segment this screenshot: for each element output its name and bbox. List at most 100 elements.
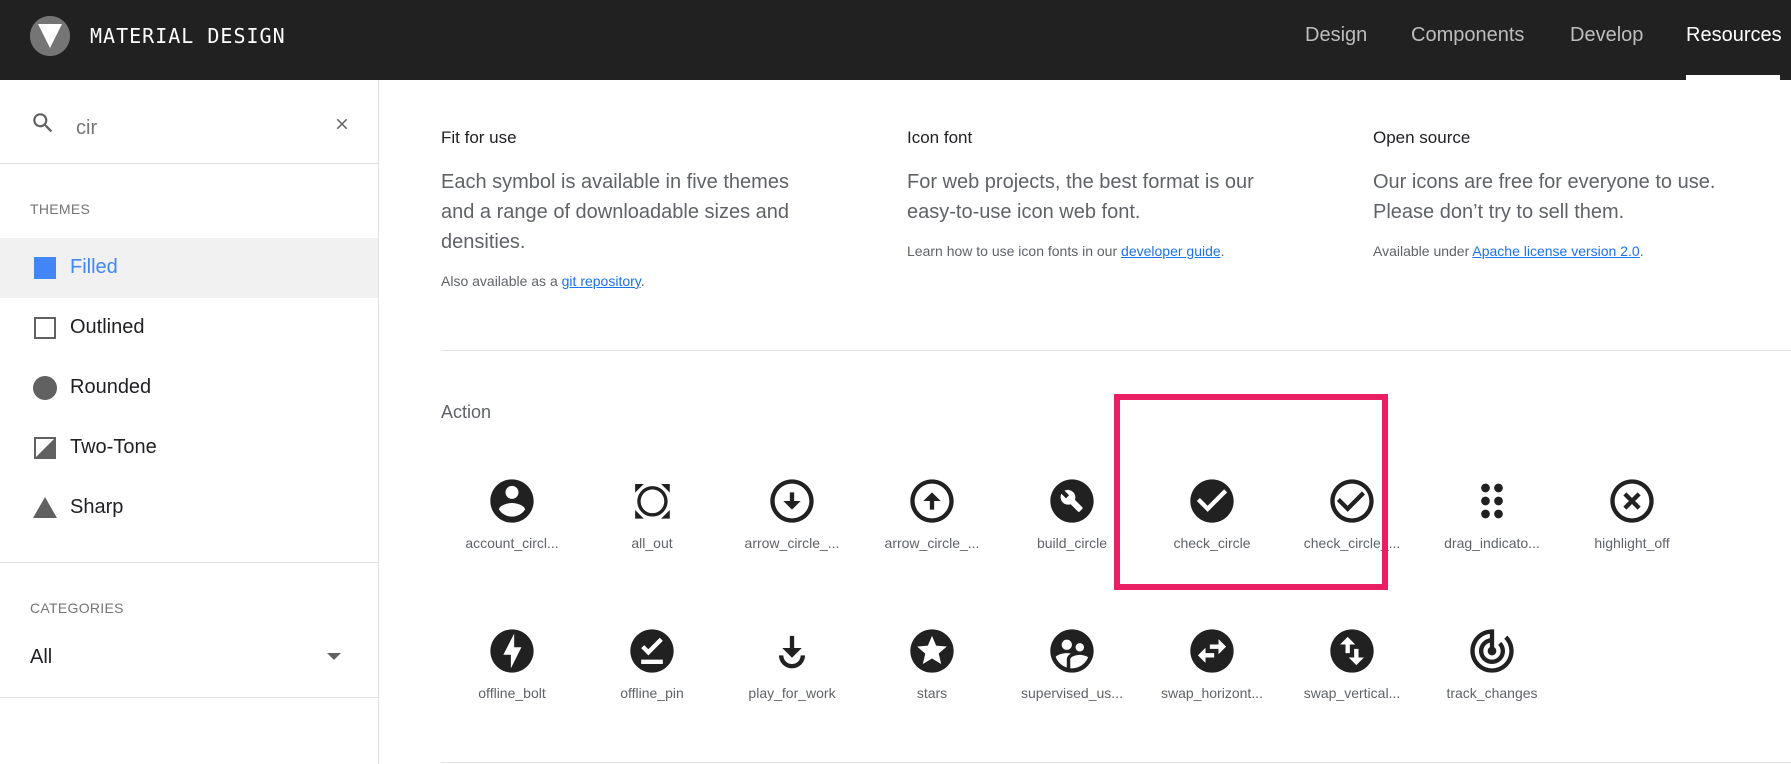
icon-drag-indicator[interactable]: drag_indicato... xyxy=(1422,475,1562,585)
icon-label: drag_indicato... xyxy=(1444,535,1540,551)
section-title: Action xyxy=(441,402,492,422)
feature-description: Each symbol is available in five themes … xyxy=(441,171,790,253)
note-text: . xyxy=(1220,243,1225,259)
stars-icon xyxy=(910,629,954,673)
build-circle-icon xyxy=(1050,479,1094,523)
offline-bolt-icon xyxy=(490,629,534,673)
feature-note: Available under Apache license version 2… xyxy=(1373,243,1753,259)
content-divider xyxy=(441,350,1791,351)
account-circle-icon xyxy=(490,479,534,523)
apache-license-link[interactable]: Apache license version 2.0 xyxy=(1472,243,1639,259)
two-tone-icon xyxy=(32,435,58,461)
themes-heading: THEMES xyxy=(30,201,91,217)
icon-swap-vertical-circle[interactable]: swap_vertical... xyxy=(1282,625,1422,735)
icon-label: offline_bolt xyxy=(478,685,546,701)
swap-horizontal-circle-icon xyxy=(1190,629,1234,673)
icon-stars[interactable]: stars xyxy=(862,625,1002,735)
all-out-icon xyxy=(635,484,670,519)
theme-label: Outlined xyxy=(70,316,145,338)
theme-filled[interactable]: Filled xyxy=(0,238,378,298)
dropdown-arrow-icon xyxy=(327,653,341,660)
sidebar-divider xyxy=(0,562,378,563)
icon-all-out[interactable]: all_out xyxy=(582,475,722,585)
icon-account-circle[interactable]: account_circl... xyxy=(442,475,582,585)
note-text: . xyxy=(640,273,645,289)
drag-indicator-icon xyxy=(1481,483,1503,519)
sidebar-divider xyxy=(0,697,378,698)
feature-note: Learn how to use icon fonts in our devel… xyxy=(907,243,1287,259)
circle-icon xyxy=(32,375,58,401)
theme-sharp[interactable]: Sharp xyxy=(0,478,378,538)
category-value: All xyxy=(30,646,53,668)
outlined-square-icon xyxy=(32,315,58,341)
icon-label: stars xyxy=(916,685,948,701)
swap-vertical-circle-icon xyxy=(1330,629,1374,673)
top-app-bar: MATERIAL DESIGN Design Components Develo… xyxy=(0,0,1791,80)
main-content: Fit for use Each symbol is available in … xyxy=(379,80,1791,764)
git-repository-link[interactable]: git repository xyxy=(562,273,641,289)
feature-open-source: Open source Our icons are free for every… xyxy=(1373,128,1753,259)
icon-label: supervised_us... xyxy=(1021,685,1123,701)
icon-label: swap_vertical... xyxy=(1303,685,1401,701)
supervised-user-circle-icon xyxy=(1050,629,1094,673)
offline-pin-icon xyxy=(630,629,674,673)
filled-square-icon xyxy=(32,255,58,281)
icon-label: all_out xyxy=(631,535,673,551)
clear-search-icon[interactable] xyxy=(333,115,351,138)
sidebar: THEMES Filled Outlined Rounded Two-Tone … xyxy=(0,80,379,764)
developer-guide-link[interactable]: developer guide xyxy=(1121,243,1221,259)
feature-icon-font: Icon font For web projects, the best for… xyxy=(907,128,1287,259)
feature-title: Open source xyxy=(1373,128,1471,147)
icon-label: swap_horizont... xyxy=(1161,685,1263,701)
highlight-box xyxy=(1114,394,1388,590)
theme-label: Filled xyxy=(70,256,118,278)
search-input[interactable] xyxy=(74,110,318,146)
icon-arrow-circle-up[interactable]: arrow_circle_... xyxy=(862,475,1002,585)
nav-resources[interactable]: Resources xyxy=(1686,24,1782,47)
material-logo-icon[interactable] xyxy=(30,16,70,56)
icon-offline-pin[interactable]: offline_pin xyxy=(582,625,722,735)
feature-title: Icon font xyxy=(907,128,973,147)
feature-description: For web projects, the best format is our… xyxy=(907,171,1254,223)
icon-label: arrow_circle_... xyxy=(744,535,840,551)
theme-label: Two-Tone xyxy=(70,436,157,458)
arrow-circle-down-icon xyxy=(770,479,814,523)
track-changes-icon xyxy=(1470,629,1514,673)
icon-supervised-user-circle[interactable]: supervised_us... xyxy=(1002,625,1142,735)
sidebar-divider xyxy=(0,163,378,164)
feature-note: Also available as a git repository. xyxy=(441,273,821,289)
search-icon xyxy=(30,110,56,141)
highlight-off-icon xyxy=(1610,479,1654,523)
icon-arrow-circle-down[interactable]: arrow_circle_... xyxy=(722,475,862,585)
arrow-circle-up-icon xyxy=(910,479,954,523)
nav-develop[interactable]: Develop xyxy=(1570,24,1643,47)
theme-label: Rounded xyxy=(70,376,152,398)
note-text: Available under xyxy=(1373,243,1473,259)
brand-title[interactable]: MATERIAL DESIGN xyxy=(90,24,286,48)
note-text: Learn how to use icon fonts in our xyxy=(907,243,1122,259)
theme-rounded[interactable]: Rounded xyxy=(0,358,378,418)
content-divider xyxy=(441,762,1791,763)
category-select[interactable]: All xyxy=(30,638,350,678)
feature-fit-for-use: Fit for use Each symbol is available in … xyxy=(441,128,821,289)
icon-track-changes[interactable]: track_changes xyxy=(1422,625,1562,735)
icon-label: track_changes xyxy=(1446,685,1538,701)
theme-two-tone[interactable]: Two-Tone xyxy=(0,418,378,478)
triangle-icon xyxy=(32,495,58,521)
nav-design[interactable]: Design xyxy=(1305,24,1367,47)
theme-outlined[interactable]: Outlined xyxy=(0,298,378,358)
feature-description: Our icons are free for everyone to use. … xyxy=(1373,171,1716,223)
icon-label: arrow_circle_... xyxy=(884,535,980,551)
note-text: . xyxy=(1639,243,1644,259)
icon-play-for-work[interactable]: play_for_work xyxy=(722,625,862,735)
play-for-work-icon xyxy=(779,635,805,669)
icon-offline-bolt[interactable]: offline_bolt xyxy=(442,625,582,735)
icon-label: play_for_work xyxy=(748,685,836,701)
icon-highlight-off[interactable]: highlight_off xyxy=(1562,475,1702,585)
theme-label: Sharp xyxy=(70,496,124,518)
nav-components[interactable]: Components xyxy=(1411,24,1524,47)
note-text: Also available as a xyxy=(441,273,562,289)
icon-label: account_circl... xyxy=(465,535,559,551)
icon-swap-horizontal-circle[interactable]: swap_horizont... xyxy=(1142,625,1282,735)
feature-title: Fit for use xyxy=(441,128,517,147)
